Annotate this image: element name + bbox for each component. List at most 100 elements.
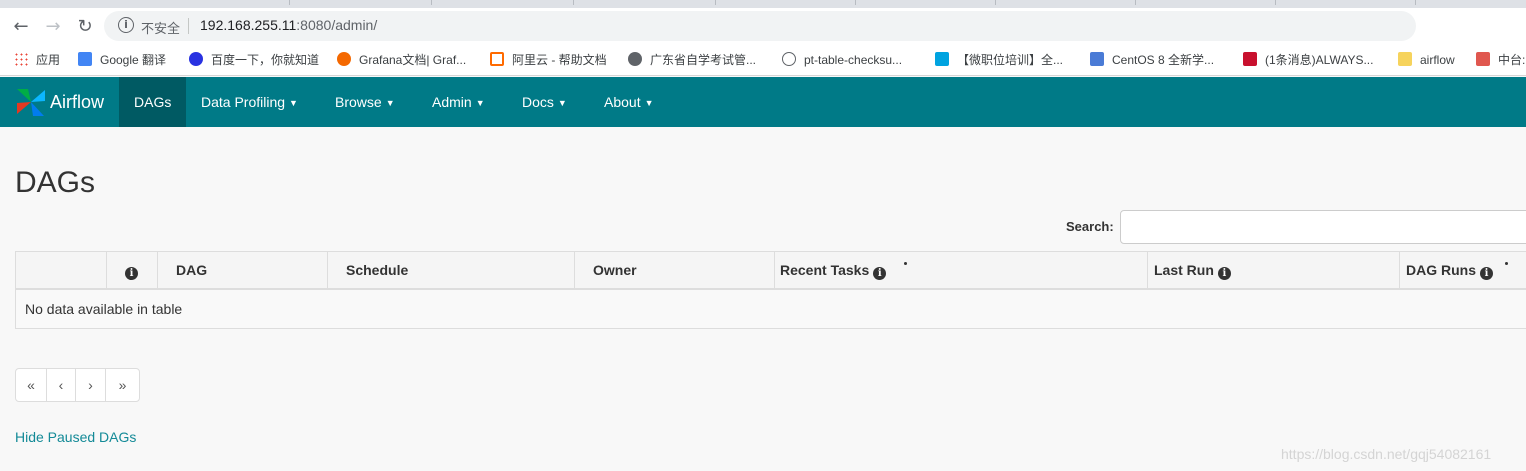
info-circle-icon[interactable]: i <box>1217 267 1231 280</box>
reload-icon[interactable]: ↻ <box>74 16 96 38</box>
bookmark-airflow[interactable]: airflow <box>1398 51 1455 69</box>
url-path: :8080/admin/ <box>296 17 378 33</box>
chevron-down-icon: ▼ <box>289 98 298 108</box>
search-input[interactable] <box>1120 210 1526 244</box>
bookmark-label: 中台: <box>1498 53 1526 67</box>
bookmark-pt-table-checksum[interactable]: pt-table-checksu... <box>782 51 902 69</box>
airflow-pinwheel-icon <box>17 89 45 116</box>
column-label: Recent Tasks <box>780 262 870 278</box>
nav-label: About <box>604 94 641 110</box>
back-icon[interactable]: ← <box>10 16 32 38</box>
folder-icon <box>1398 52 1412 66</box>
forward-icon[interactable]: → <box>42 16 64 38</box>
nav-admin[interactable]: Admin ▼ <box>417 77 500 127</box>
address-bar: ← → ↻ i 不安全 192.168.255.11:8080/admin/ <box>0 8 1526 44</box>
url-host: 192.168.255.11 <box>200 17 297 33</box>
airflow-navbar: Airflow DAGs Data Profiling ▼ Browse ▼ Adm… <box>0 77 1526 127</box>
bookmarks-bar: 应用 Google 翻译 百度一下，你就知道 Grafana文档| Graf..… <box>0 44 1526 76</box>
page-title: DAGs <box>15 166 96 199</box>
globe-icon <box>628 52 642 66</box>
airflow-brand[interactable]: Airflow <box>14 85 104 119</box>
chevron-down-icon: ▼ <box>475 98 485 108</box>
omnibox[interactable]: i 不安全 192.168.255.11:8080/admin/ <box>104 11 1416 41</box>
bookmark-label: (1条消息)ALWAYS... <box>1265 53 1374 67</box>
insecure-label: 不安全 <box>141 21 181 36</box>
csdn-icon <box>1243 52 1257 66</box>
bookmark-grafana[interactable]: Grafana文档| Graf... <box>337 51 466 69</box>
empty-table-message: No data available in table <box>16 290 1526 328</box>
nav-label: Admin <box>432 94 472 110</box>
bookmark-weizhiwei[interactable]: 【微职位培训】全... <box>935 51 1063 69</box>
bookmark-label: 阿里云 - 帮助文档 <box>512 53 607 67</box>
jian-icon <box>1476 52 1490 66</box>
column-header-dag[interactable]: DAG <box>158 252 328 288</box>
apps-grid-icon <box>14 52 28 66</box>
percona-icon <box>782 52 796 66</box>
info-circle-icon[interactable]: i <box>873 267 887 280</box>
training-icon <box>935 52 949 66</box>
bookmark-label: 【微职位培训】全... <box>957 53 1064 67</box>
bookmark-baidu[interactable]: 百度一下，你就知道 <box>189 51 319 69</box>
url-text[interactable]: 192.168.255.11:8080/admin/ <box>200 17 377 33</box>
table-header: i DAG Schedule Owner Recent Tasks i Last … <box>16 252 1526 290</box>
column-label: DAG Runs <box>1406 262 1476 278</box>
baidu-paw-icon <box>189 52 203 66</box>
column-header-recent-tasks[interactable]: Recent Tasks i <box>775 252 1148 288</box>
bookmark-google-translate[interactable]: Google 翻译 <box>78 51 166 69</box>
bookmark-csdn[interactable]: (1条消息)ALWAYS... <box>1243 51 1373 69</box>
brand-label: Airflow <box>50 91 105 112</box>
hide-paused-dags-link[interactable]: Hide Paused DAGs <box>15 429 136 445</box>
info-circle-icon: i <box>125 267 138 280</box>
nav-dags[interactable]: DAGs <box>119 77 187 127</box>
bookmark-label: 百度一下，你就知道 <box>211 53 320 67</box>
column-label: Last Run <box>1154 262 1214 278</box>
browser-tabstrip <box>0 0 1526 8</box>
bookmark-label: Grafana文档| Graf... <box>359 53 467 67</box>
info-icon[interactable]: i <box>118 17 134 33</box>
nav-label: DAGs <box>134 94 172 110</box>
nav-data-profiling[interactable]: Data Profiling ▼ <box>186 77 313 127</box>
search-label: Search: <box>1066 219 1114 234</box>
pen-icon <box>1090 52 1104 66</box>
bookmark-guangdong-exam[interactable]: 广东省自学考试管... <box>628 51 756 69</box>
bookmark-label: airflow <box>1420 53 1455 67</box>
dags-table: i DAG Schedule Owner Recent Tasks i Last … <box>15 251 1526 329</box>
bookmark-label: pt-table-checksu... <box>804 53 903 67</box>
watermark: https://blog.csdn.net/gqj54082161 <box>1281 446 1492 462</box>
column-header-schedule[interactable]: Schedule <box>328 252 575 288</box>
pagination: « ‹ › » <box>15 368 140 402</box>
bookmark-label: 应用 <box>36 53 61 67</box>
chevron-down-icon: ▼ <box>385 98 395 108</box>
google-translate-icon <box>78 52 92 66</box>
next-page-button[interactable]: › <box>76 369 106 401</box>
column-header-owner[interactable]: Owner <box>575 252 775 288</box>
info-circle-icon[interactable]: i <box>1480 267 1493 280</box>
first-page-button[interactable]: « <box>16 369 47 401</box>
bookmark-aliyun[interactable]: 阿里云 - 帮助文档 <box>490 51 607 69</box>
last-page-button[interactable]: » <box>106 369 139 401</box>
nav-about[interactable]: About ▼ <box>589 77 669 127</box>
loading-dot-icon <box>904 262 908 265</box>
column-header-dag-runs[interactable]: DAG Runs i <box>1400 252 1526 288</box>
prev-page-button[interactable]: ‹ <box>47 369 76 401</box>
chevron-down-icon: ▼ <box>557 98 567 108</box>
nav-label: Browse <box>335 94 382 110</box>
nav-label: Docs <box>522 94 554 110</box>
column-header-info[interactable]: i <box>107 252 158 288</box>
bookmark-centos[interactable]: CentOS 8 全新学... <box>1090 51 1214 69</box>
bookmark-label: 广东省自学考试管... <box>650 53 757 67</box>
nav-browse[interactable]: Browse ▼ <box>320 77 410 127</box>
chevron-down-icon: ▼ <box>644 98 654 108</box>
loading-dot-icon <box>1505 262 1508 265</box>
bookmark-label: Google 翻译 <box>100 53 167 67</box>
column-header-last-run[interactable]: Last Run i <box>1148 252 1400 288</box>
column-header-toggle[interactable] <box>16 252 107 288</box>
bookmark-apps[interactable]: 应用 <box>14 51 60 69</box>
aliyun-icon <box>490 52 504 66</box>
nav-docs[interactable]: Docs ▼ <box>507 77 582 127</box>
bookmark-label: CentOS 8 全新学... <box>1112 53 1215 67</box>
grafana-icon <box>337 52 351 66</box>
nav-label: Data Profiling <box>201 94 286 110</box>
omnibox-divider <box>188 18 189 34</box>
bookmark-zhongtai[interactable]: 中台: <box>1476 51 1525 69</box>
